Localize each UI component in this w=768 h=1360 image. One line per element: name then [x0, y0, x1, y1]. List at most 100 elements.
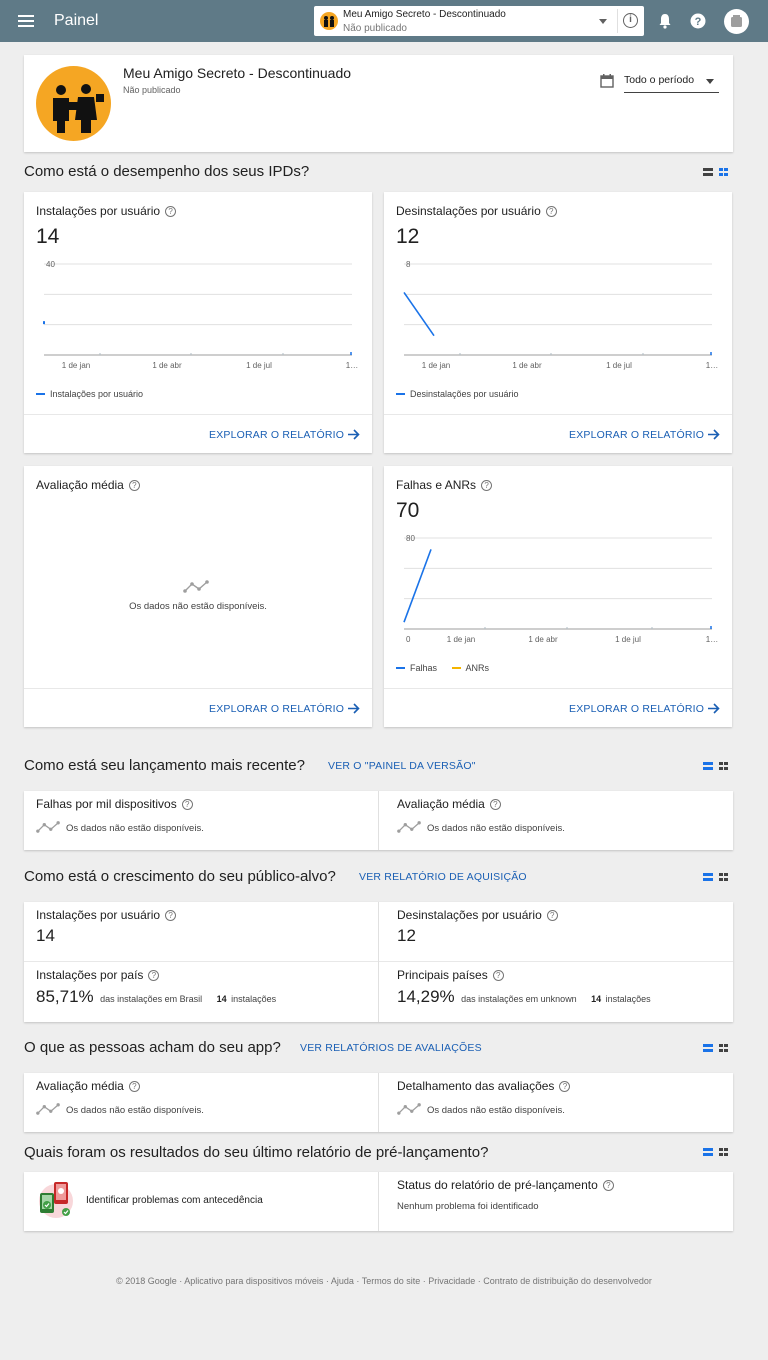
legend-falhas: Falhas — [410, 663, 438, 673]
prelaunch-status-text: Nenhum problema foi identificado — [397, 1201, 539, 1212]
bell-icon[interactable] — [657, 13, 673, 29]
view-toggle[interactable] — [703, 167, 729, 177]
x-tick-label: 1 de jul — [606, 361, 632, 370]
divider — [24, 414, 372, 415]
card-title: Instalações por usuário? — [36, 908, 177, 922]
help-icon[interactable]: ? — [128, 1081, 140, 1092]
card-title: Falhas por mil dispositivos? — [36, 797, 193, 811]
view-toggle[interactable] — [703, 761, 729, 771]
card-title: Instalações por usuário? — [36, 204, 177, 218]
metric-value: 70 — [396, 499, 420, 522]
app-header-card: Meu Amigo Secreto - Descontinuado Não pu… — [24, 55, 733, 152]
no-data-text: Os dados não estão disponíveis. — [66, 1105, 204, 1116]
arrow-right-icon — [348, 429, 360, 440]
help-icon[interactable]: ? — [165, 206, 177, 217]
explore-report-link[interactable]: EXPLORAR O RELATÓRIO — [569, 703, 720, 715]
help-icon[interactable]: ? — [128, 480, 140, 491]
top-country-stat: 14,29% das instalações em unknown 14 ins… — [397, 987, 651, 1006]
card-title: Detalhamento das avaliações? — [397, 1079, 571, 1093]
divider — [378, 791, 379, 850]
x-tick-label: 1 de jan — [447, 635, 475, 644]
calendar-icon — [600, 74, 614, 88]
app-selector-name: Meu Amigo Secreto - Descontinuado — [343, 9, 506, 20]
help-icon[interactable]: ? — [546, 910, 558, 921]
period-select[interactable]: Todo o período — [624, 71, 719, 93]
period-value: Todo o período — [624, 74, 695, 86]
no-data-icon — [36, 1103, 60, 1115]
help-icon[interactable]: ? — [602, 1180, 614, 1191]
card-title: Avaliação média? — [397, 797, 501, 811]
x-tick-label: 1 de jul — [615, 635, 641, 644]
y-min-label: 0 — [406, 635, 411, 644]
list-view-icon — [703, 168, 713, 176]
divider — [378, 902, 379, 1022]
card-title: Status do relatório de pré-lançamento? — [397, 1178, 614, 1192]
app-name: Meu Amigo Secreto - Descontinuado — [123, 65, 352, 81]
x-tick-label: 1 de abr — [152, 361, 182, 370]
no-data-icon — [36, 821, 60, 833]
series-line — [403, 291, 435, 337]
view-toggle[interactable] — [703, 1147, 729, 1157]
y-max-label: 8 — [406, 260, 411, 269]
grid-view-icon — [719, 762, 728, 770]
avatar[interactable] — [724, 9, 749, 34]
x-tick-label: 1… — [706, 361, 718, 370]
x-tick-label: 1 de jan — [62, 361, 90, 370]
section-title-growth: Como está o crescimento do seu público-a… — [24, 868, 336, 885]
arrow-right-icon — [708, 703, 720, 714]
svg-text:?: ? — [695, 16, 702, 28]
arrow-right-icon — [348, 703, 360, 714]
no-data-text: Os dados não estão disponíveis. — [129, 601, 267, 612]
divider — [378, 1172, 379, 1231]
prelaunch-card: Identificar problemas com antecedência S… — [24, 1172, 733, 1231]
country-stat: 85,71% das instalações em Brasil 14 inst… — [36, 987, 277, 1006]
view-toggle[interactable] — [703, 872, 729, 882]
info-icon[interactable]: i — [623, 13, 638, 28]
help-icon[interactable]: ? — [181, 799, 193, 810]
explore-report-link[interactable]: EXPLORAR O RELATÓRIO — [209, 703, 360, 715]
page-title: Painel — [54, 12, 99, 29]
crashes-card: Falhas e ANRs? 70 80 0 1 de jan 1 de abr 1 d… — [384, 466, 732, 727]
x-tick-label: 1… — [706, 635, 718, 644]
acquisition-report-link[interactable]: VER RELATÓRIO DE AQUISIÇÃO — [359, 871, 527, 883]
no-data-text: Os dados não estão disponíveis. — [66, 823, 204, 834]
no-data-icon — [397, 1103, 421, 1115]
list-view-icon — [703, 1044, 713, 1052]
legend-swatch — [396, 393, 405, 395]
grid-view-icon — [719, 1148, 728, 1156]
explore-report-link[interactable]: EXPLORAR O RELATÓRIO — [569, 429, 720, 441]
release-dashboard-link[interactable]: VER O "PAINEL DA VERSÃO" — [328, 760, 476, 772]
section-title-reviews: O que as pessoas acham do seu app? — [24, 1039, 281, 1056]
footer: © 2018 Google · Aplicativo para disposit… — [116, 1276, 652, 1286]
explore-report-link[interactable]: EXPLORAR O RELATÓRIO — [209, 429, 360, 441]
help-icon[interactable]: ? — [545, 206, 557, 217]
view-toggle[interactable] — [703, 1043, 729, 1053]
menu-icon[interactable] — [18, 15, 34, 27]
divider — [378, 1073, 379, 1132]
help-icon[interactable]: ? — [148, 970, 160, 981]
chevron-down-icon[interactable] — [599, 19, 607, 24]
y-max-label: 40 — [46, 260, 55, 269]
section-title-release: Como está seu lançamento mais recente? — [24, 757, 305, 774]
rating-card: Avaliação média? Os dados não estão disp… — [24, 466, 372, 727]
app-selector[interactable]: Meu Amigo Secreto - Descontinuado Não pu… — [314, 6, 644, 36]
crashes-chart: 80 0 1 de jan 1 de abr 1 de jul 1… — [403, 534, 718, 644]
list-view-icon — [703, 1148, 713, 1156]
help-icon[interactable]: ? — [559, 1081, 571, 1092]
card-title: Avaliação média? — [36, 478, 140, 492]
help-icon[interactable]: ? — [492, 970, 504, 981]
no-data-icon — [397, 821, 421, 833]
help-icon[interactable]: ? — [481, 480, 493, 491]
card-title: Desinstalações por usuário? — [397, 908, 558, 922]
chevron-down-icon — [706, 79, 714, 84]
legend-swatch — [396, 667, 405, 669]
help-icon[interactable]: ? — [165, 910, 177, 921]
x-tick-label: 1 de jan — [422, 361, 450, 370]
x-tick-label: 1 de abr — [512, 361, 542, 370]
reviews-report-link[interactable]: VER RELATÓRIOS DE AVALIAÇÕES — [300, 1042, 482, 1054]
help-icon[interactable]: ? — [489, 799, 501, 810]
help-icon[interactable]: ? — [690, 13, 706, 29]
app-status: Não publicado — [123, 85, 181, 95]
legend-anrs: ANRs — [465, 663, 490, 673]
installs-chart: 40 1 de jan 1 de abr 1 de jul 1… — [43, 260, 358, 370]
